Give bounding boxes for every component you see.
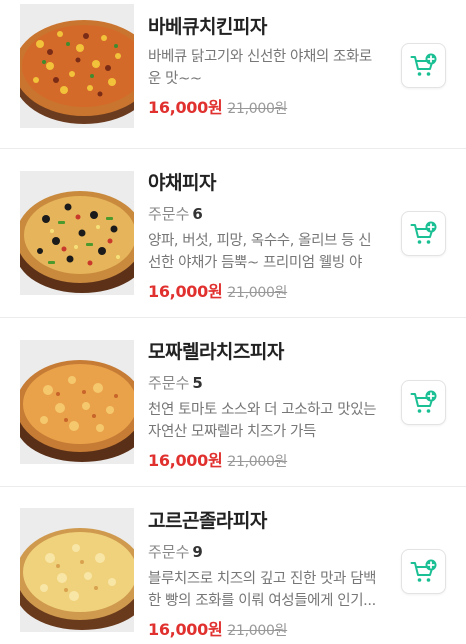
mozzarella-cheese-pizza-image[interactable] — [20, 340, 134, 464]
order-count-label: 주문수 — [148, 205, 190, 223]
gorgonzola-pizza-image[interactable] — [20, 508, 134, 632]
product-name: 고르곤졸라피자 — [148, 510, 267, 532]
product-name: 야채피자 — [148, 172, 216, 194]
order-count-value: 6 — [192, 205, 203, 223]
order-count-value: 5 — [192, 374, 203, 392]
price-row: 16,000원 21,000원 — [148, 280, 384, 304]
original-price: 21,000원 — [227, 623, 288, 639]
cart-add-icon — [410, 221, 436, 244]
product-info: 고르곤졸라피자 주문수 9 블루치즈로 치즈의 깊고 진한 맛과 담백한 빵의 조… — [148, 508, 384, 642]
order-count-label: 주문수 — [148, 543, 190, 561]
product-list: 바베큐치킨피자 바베큐 닭고기와 신선한 야채의 조화로운 맛~~ 16,000… — [0, 0, 466, 644]
product-item[interactable]: 고르곤졸라피자 주문수 9 블루치즈로 치즈의 깊고 진한 맛과 담백한 빵의 조… — [0, 487, 466, 644]
product-description: 양파, 버섯, 피망, 옥수수, 올리브 등 신선한 야채가 듬뿍~ 프리미엄 … — [148, 233, 372, 271]
original-price: 21,000원 — [227, 101, 288, 117]
sale-price: 16,000원 — [148, 98, 223, 117]
price-row: 16,000원 21,000원 — [148, 618, 384, 642]
product-description: 바베큐 닭고기와 신선한 야채의 조화로운 맛~~ — [148, 49, 372, 87]
cart-add-icon — [410, 559, 436, 582]
product-item[interactable]: 바베큐치킨피자 바베큐 닭고기와 신선한 야채의 조화로운 맛~~ 16,000… — [0, 0, 466, 148]
add-to-cart-button[interactable] — [401, 43, 446, 88]
original-price: 21,000원 — [227, 454, 288, 470]
add-to-cart-button[interactable] — [401, 549, 446, 594]
bbq-chicken-pizza-image[interactable] — [20, 4, 134, 128]
price-row: 16,000원 21,000원 — [148, 96, 384, 120]
product-name: 모짜렐라치즈피자 — [148, 341, 284, 363]
product-info: 모짜렐라치즈피자 주문수 5 천연 토마토 소스와 더 고소하고 맛있는 자연산 … — [148, 339, 384, 473]
sale-price: 16,000원 — [148, 282, 223, 301]
vegetable-pizza-image[interactable] — [20, 171, 134, 295]
order-count-value: 9 — [192, 543, 203, 561]
sale-price: 16,000원 — [148, 620, 223, 639]
price-row: 16,000원 21,000원 — [148, 449, 384, 473]
product-description: 블루치즈로 치즈의 깊고 진한 맛과 담백한 빵의 조화를 이뤄 여성들에게 인… — [148, 571, 377, 609]
add-to-cart-button[interactable] — [401, 380, 446, 425]
product-item[interactable]: 모짜렐라치즈피자 주문수 5 천연 토마토 소스와 더 고소하고 맛있는 자연산 … — [0, 318, 466, 486]
cart-add-icon — [410, 53, 436, 76]
product-name: 바베큐치킨피자 — [148, 16, 267, 38]
product-info: 바베큐치킨피자 바베큐 닭고기와 신선한 야채의 조화로운 맛~~ 16,000… — [148, 14, 384, 120]
sale-price: 16,000원 — [148, 451, 223, 470]
product-info: 야채피자 주문수 6 양파, 버섯, 피망, 옥수수, 올리브 등 신선한 야채가… — [148, 170, 384, 304]
product-item[interactable]: 야채피자 주문수 6 양파, 버섯, 피망, 옥수수, 올리브 등 신선한 야채가… — [0, 149, 466, 317]
order-count: 주문수 6 — [148, 204, 384, 224]
cart-add-icon — [410, 390, 436, 413]
order-count: 주문수 5 — [148, 373, 384, 393]
original-price: 21,000원 — [227, 285, 288, 301]
order-count-label: 주문수 — [148, 374, 190, 392]
product-description: 천연 토마토 소스와 더 고소하고 맛있는 자연산 모짜렐라 치즈가 가득 — [148, 402, 377, 440]
add-to-cart-button[interactable] — [401, 211, 446, 256]
order-count: 주문수 9 — [148, 542, 384, 562]
